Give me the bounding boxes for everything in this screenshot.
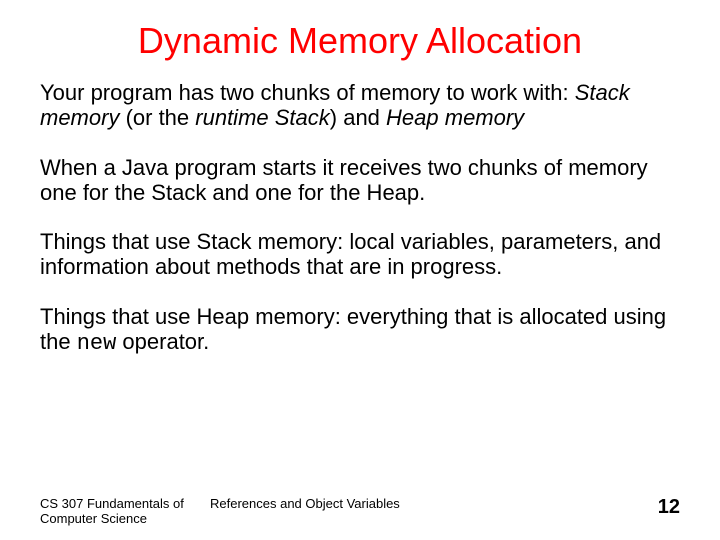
p1-text-e: ) and <box>330 105 386 130</box>
p1-runtime-stack: runtime Stack <box>195 105 330 130</box>
slide-title: Dynamic Memory Allocation <box>40 20 680 62</box>
page-number: 12 <box>658 496 680 519</box>
paragraph-1: Your program has two chunks of memory to… <box>40 80 680 131</box>
paragraph-2: When a Java program starts it receives t… <box>40 155 680 206</box>
p1-text-c: (or the <box>119 105 195 130</box>
footer-topic: References and Object Variables <box>210 496 658 511</box>
slide: Dynamic Memory Allocation Your program h… <box>0 0 720 540</box>
p1-text-a: Your program has two chunks of memory to… <box>40 80 575 105</box>
p4-new-keyword: new <box>77 331 117 356</box>
p4-text-c: operator. <box>116 329 209 354</box>
footer-course: CS 307 Fundamentals of Computer Science <box>40 496 210 526</box>
paragraph-4: Things that use Heap memory: everything … <box>40 304 680 357</box>
paragraph-3: Things that use Stack memory: local vari… <box>40 229 680 280</box>
footer: CS 307 Fundamentals of Computer Science … <box>40 496 680 526</box>
p1-heap-memory: Heap memory <box>386 105 524 130</box>
